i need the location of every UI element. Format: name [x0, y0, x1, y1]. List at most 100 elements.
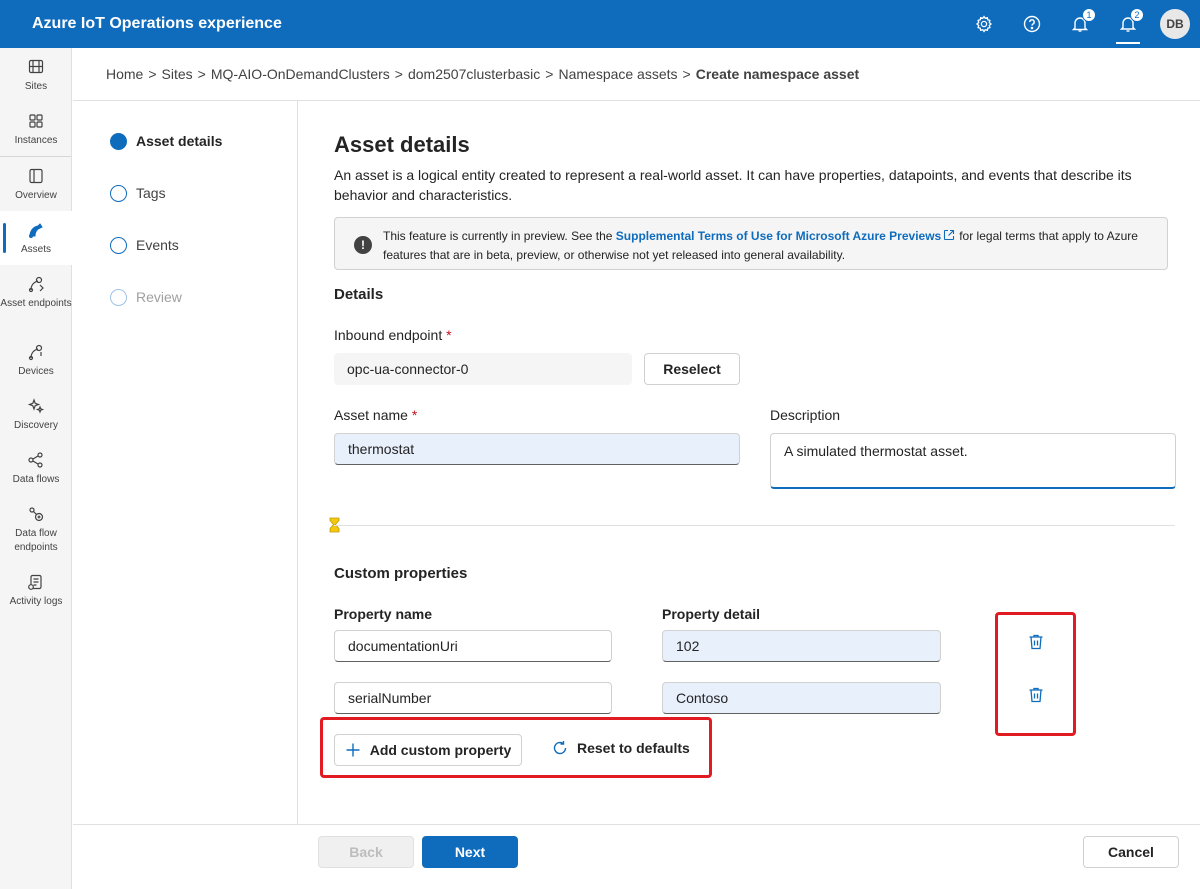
help-icon: [1023, 15, 1041, 33]
highlight-box-delete: [995, 612, 1076, 736]
breadcrumb-separator: >: [197, 66, 206, 82]
property-detail-column-header: Property detail: [662, 606, 761, 622]
discovery-icon: [27, 398, 45, 414]
breadcrumb-item-site[interactable]: MQ-AIO-OnDemandClusters: [211, 66, 390, 82]
preview-text-before: This feature is currently in preview. Se…: [383, 229, 613, 243]
footer-divider: [73, 824, 1200, 825]
rail-item-overview[interactable]: Overview: [0, 157, 72, 211]
rail-label: Sites: [24, 81, 48, 92]
rail-item-activity-logs[interactable]: Activity logs: [0, 563, 72, 631]
property-name-input[interactable]: serialNumber: [334, 682, 612, 714]
breadcrumb-separator: >: [545, 66, 554, 82]
required-marker: *: [411, 407, 418, 423]
gear-icon: [976, 15, 992, 33]
alerts-button[interactable]: 1: [1056, 0, 1104, 48]
custom-properties-title: Custom properties: [334, 565, 468, 582]
reselect-button[interactable]: Reselect: [644, 353, 740, 385]
active-indicator: [1116, 42, 1140, 44]
property-detail-input[interactable]: 102: [662, 630, 941, 662]
details-section-title: Details: [334, 286, 384, 303]
breadcrumb-separator: >: [148, 66, 157, 82]
step-label: Review: [136, 289, 182, 305]
rail-item-asset-endpoints[interactable]: Asset endpoints: [0, 265, 72, 333]
app-title: Azure IoT Operations experience: [32, 15, 282, 32]
highlight-box-actions: [320, 717, 712, 778]
header-divider: [73, 100, 1200, 101]
inbound-endpoint-label-text: Inbound endpoint: [334, 327, 443, 343]
inbound-endpoint-field: opc-ua-connector-0: [334, 353, 632, 385]
step-review: Review: [110, 286, 222, 308]
breadcrumb: Home > Sites > MQ-AIO-OnDemandClusters > do…: [106, 66, 859, 82]
required-marker: *: [446, 327, 452, 343]
back-button[interactable]: Back: [318, 836, 414, 868]
next-button[interactable]: Next: [422, 836, 518, 868]
page-description: An asset is a logical entity created to …: [334, 167, 1132, 203]
rail-label: Activity logs: [9, 596, 63, 607]
topbar-actions: 1 2 DB: [960, 0, 1190, 48]
rail-item-data-flow-endpoints[interactable]: Data flow endpoints: [0, 495, 72, 563]
notifications-count-badge: 2: [1130, 8, 1144, 22]
asset-name-label: Asset name *: [334, 407, 417, 423]
step-indicator-disabled: [110, 288, 127, 306]
property-name-input[interactable]: documentationUri: [334, 630, 612, 662]
rail-item-sites[interactable]: Sites: [0, 48, 72, 102]
rail-item-discovery[interactable]: Discovery: [0, 387, 72, 441]
data-flow-endpoints-icon: [29, 507, 44, 522]
sites-icon: [28, 59, 44, 74]
breadcrumb-item-home[interactable]: Home: [106, 66, 143, 82]
external-link-icon: [944, 229, 955, 241]
settings-button[interactable]: [960, 0, 1008, 48]
alerts-count-badge: 1: [1082, 8, 1096, 22]
wizard-steps: Asset details Tags Events Review: [110, 130, 222, 338]
breadcrumb-item-namespace-assets[interactable]: Namespace assets: [558, 66, 677, 82]
asset-name-input[interactable]: thermostat: [334, 433, 740, 465]
section-divider: [334, 525, 1175, 526]
rail-label: Overview: [15, 190, 57, 201]
page-title: Asset details: [334, 132, 470, 157]
rail-item-devices[interactable]: Devices: [0, 333, 72, 387]
step-label: Tags: [136, 185, 166, 201]
inbound-endpoint-label: Inbound endpoint *: [334, 327, 452, 343]
notifications-button[interactable]: 2: [1104, 0, 1152, 48]
breadcrumb-separator: >: [682, 66, 691, 82]
preview-notice: ! This feature is currently in preview. …: [334, 217, 1168, 270]
rail-label: Data flow endpoints: [14, 528, 58, 553]
steps-divider: [297, 101, 298, 825]
property-name-column-header: Property name: [334, 606, 433, 622]
overview-icon: [29, 168, 43, 184]
avatar[interactable]: DB: [1160, 9, 1190, 39]
warning-icon: !: [354, 236, 372, 254]
rail-item-assets[interactable]: Assets: [0, 211, 72, 265]
preview-notice-text: This feature is currently in preview. Se…: [383, 227, 1153, 265]
breadcrumb-item-instance[interactable]: dom2507clusterbasic: [408, 66, 540, 82]
step-tags[interactable]: Tags: [110, 182, 222, 204]
assets-icon: [29, 223, 43, 238]
step-indicator-current: [110, 132, 127, 150]
rail-item-instances[interactable]: Instances: [0, 102, 72, 156]
step-indicator: [110, 236, 127, 254]
preview-terms-link[interactable]: Supplemental Terms of Use for Microsoft …: [616, 229, 941, 243]
breadcrumb-item-sites[interactable]: Sites: [162, 66, 193, 82]
rail-label: Discovery: [14, 420, 58, 431]
breadcrumb-separator: >: [394, 66, 403, 82]
data-flows-icon: [28, 452, 43, 468]
rail-label: Devices: [18, 366, 54, 377]
rail-label: Instances: [14, 135, 58, 146]
description-textarea[interactable]: A simulated thermostat asset.: [770, 433, 1176, 489]
activity-logs-icon: [28, 574, 42, 590]
rail-label: Asset endpoints: [0, 298, 72, 309]
step-events[interactable]: Events: [110, 234, 222, 256]
step-label: Asset details: [136, 133, 223, 149]
step-label: Events: [136, 237, 179, 253]
rail-label: Data flows: [12, 474, 60, 485]
description-label: Description: [770, 407, 841, 423]
property-detail-input[interactable]: Contoso: [662, 682, 941, 714]
rail-item-data-flows[interactable]: Data flows: [0, 441, 72, 495]
cancel-button[interactable]: Cancel: [1083, 836, 1179, 868]
help-button[interactable]: [1008, 0, 1056, 48]
step-asset-details[interactable]: Asset details: [110, 130, 222, 152]
instances-icon: [29, 114, 43, 128]
devices-icon: [28, 344, 43, 361]
left-nav-rail: Sites Instances Overview Assets Asset en…: [0, 48, 72, 889]
asset-endpoints-icon: [28, 276, 44, 293]
